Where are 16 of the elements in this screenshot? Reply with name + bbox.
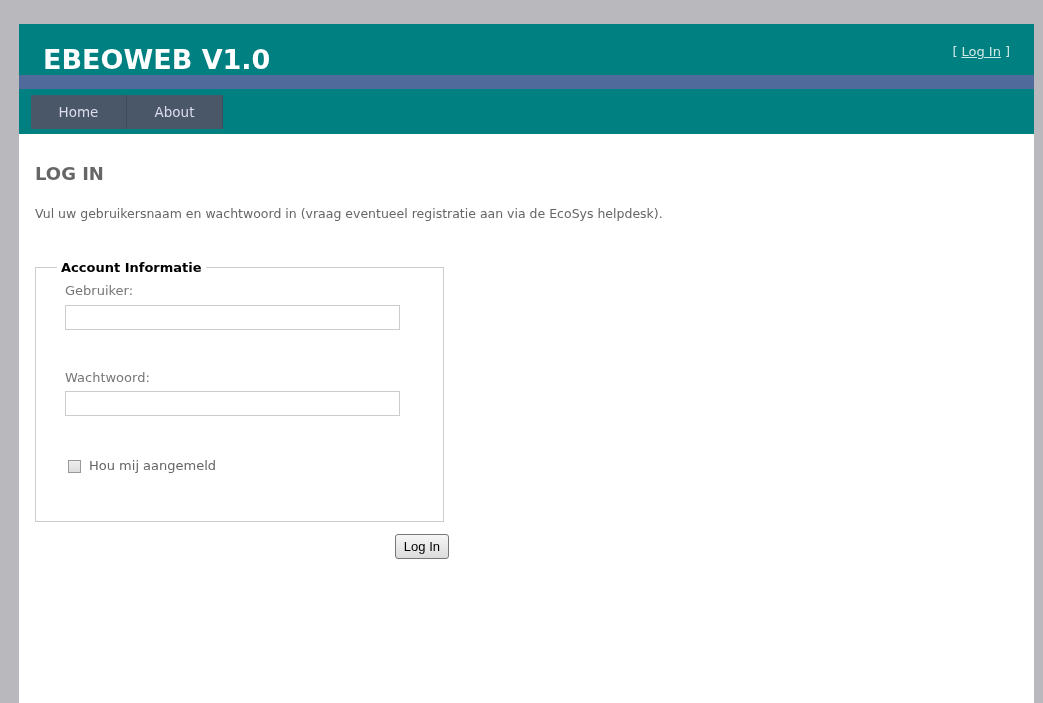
fieldset-legend: Account Informatie [57, 257, 206, 278]
field-label: Wachtwoord: [65, 368, 151, 387]
checkbox-label: Hou mij aangemeld [89, 457, 217, 476]
checkbox[interactable] [68, 459, 81, 473]
menu-item[interactable]: Home [31, 95, 127, 129]
bracket-text: ] [1004, 43, 1010, 61]
intro-text: Vul uw gebruikersnaam en wachtwoord in (vraag eventueel registratie aan via de EcoSys helpdesk). [35, 205, 664, 223]
page-heading: LOG IN [35, 162, 105, 186]
input-field[interactable] [65, 304, 400, 330]
menu-item[interactable]: About [127, 95, 223, 129]
site-title: EBEOWEB V1.0 [43, 46, 271, 75]
input-field[interactable] [65, 391, 400, 417]
field-label: Gebruiker: [65, 282, 135, 301]
login-button[interactable]: Log In [394, 533, 449, 560]
bracket-text: [ [952, 43, 958, 61]
login-link[interactable]: Log In [961, 42, 1001, 62]
